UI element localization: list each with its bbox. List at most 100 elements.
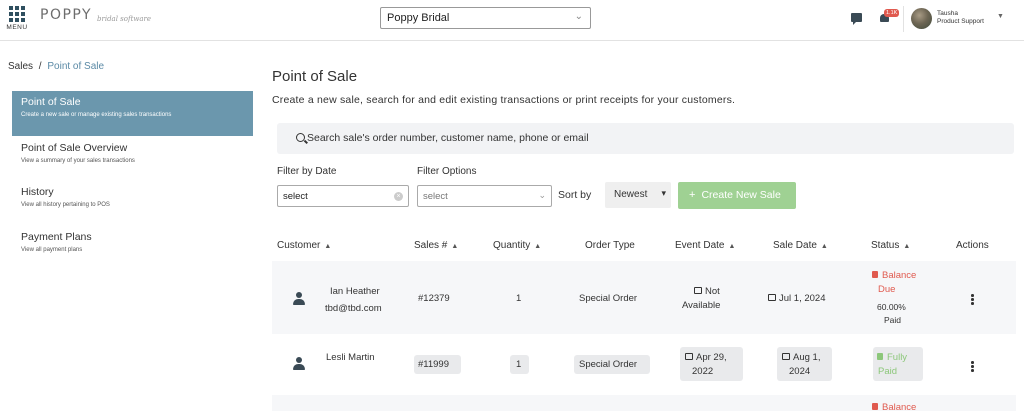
filter-options-value: select	[423, 191, 448, 202]
order-type: Special Order	[579, 359, 638, 370]
column-header-order-type: Order Type	[585, 240, 635, 251]
status-badge: Balance	[872, 270, 916, 281]
column-header-sale-date[interactable]: Sale Date ▲	[773, 240, 828, 251]
event-date-line1: Apr 29,	[696, 352, 727, 363]
sidebar-item-point-of-sale[interactable]: Point of Sale Create a new sale or manag…	[12, 91, 253, 136]
page-description: Create a new sale, search for and edit e…	[272, 94, 736, 106]
customer-name[interactable]: Lesli Martin	[326, 352, 375, 363]
column-header-status[interactable]: Status ▲	[871, 240, 910, 251]
fully-paid-icon	[877, 353, 883, 360]
store-select[interactable]: Poppy Bridal ⌄	[380, 7, 591, 29]
menu-grid-icon	[9, 6, 25, 22]
sort-label: Sort by	[558, 189, 592, 201]
breadcrumb: Sales / Point of Sale	[8, 61, 104, 72]
status-badge: Balance	[872, 402, 916, 411]
sale-date-line2: 2024	[789, 366, 811, 377]
event-date-line2: 2022	[692, 366, 714, 377]
sidebar-item-desc: Create a new sale or manage existing sal…	[21, 112, 172, 118]
chevron-down-icon[interactable]: ▼	[997, 13, 1004, 20]
sidebar-item-title: Point of Sale	[21, 96, 81, 108]
calendar-icon	[782, 353, 790, 360]
filter-date-value: select	[283, 191, 308, 202]
breadcrumb-separator: /	[38, 61, 42, 72]
column-header-label: Customer	[277, 240, 321, 251]
clear-icon[interactable]: ×	[394, 192, 403, 201]
row-actions-icon[interactable]	[971, 361, 974, 373]
sort-select[interactable]: Newest ▾	[605, 182, 671, 208]
sale-date: Aug 1,	[782, 352, 820, 363]
filter-options-label: Filter Options	[417, 166, 477, 177]
status-line1: Balance	[882, 270, 917, 281]
status-line1: Fully	[887, 352, 908, 363]
create-new-sale-button[interactable]: + Create New Sale	[678, 182, 796, 209]
logo: POPPY	[40, 7, 93, 23]
column-header-sales-no[interactable]: Sales # ▲	[414, 240, 458, 251]
sort-icon: ▲	[820, 243, 828, 250]
chevron-down-icon: ▾	[661, 188, 666, 198]
event-date-line2: Available	[682, 300, 721, 311]
search-icon	[296, 133, 305, 142]
sidebar-item-pos-overview[interactable]: Point of Sale Overview View a summary of…	[12, 137, 253, 169]
breadcrumb-current[interactable]: Point of Sale	[47, 61, 104, 72]
event-date: Apr 29,	[685, 352, 727, 363]
sort-icon: ▲	[903, 243, 911, 250]
column-header-customer[interactable]: Customer ▲︎	[277, 240, 331, 251]
customer-email: tbd@tbd.com	[325, 303, 382, 314]
search-input[interactable]: Search sale's order number, customer nam…	[277, 123, 1014, 154]
sidebar-item-title: Point of Sale Overview	[21, 142, 128, 154]
column-header-event-date[interactable]: Event Date ▲	[675, 240, 735, 251]
create-new-sale-label: Create New Sale	[701, 189, 781, 201]
column-header-label: Status	[871, 240, 900, 251]
column-header-label: Sales #	[414, 240, 448, 251]
logo-subtitle: bridal software	[97, 15, 152, 23]
status-line1: Balance	[882, 402, 917, 411]
sort-icon: ▲	[451, 243, 459, 250]
notification-badge: 1.1K	[884, 9, 900, 17]
status-line2: Due	[878, 284, 896, 295]
user-role: Product Support	[937, 18, 984, 25]
menu-button[interactable]: MENU	[6, 6, 28, 31]
sidebar-item-payment-plans[interactable]: Payment Plans View all payment plans	[12, 226, 253, 258]
event-date-line1: Not	[705, 286, 720, 297]
chat-icon[interactable]	[851, 13, 862, 25]
avatar[interactable]	[911, 8, 932, 29]
customer-name[interactable]: Ian Heather	[330, 286, 380, 297]
filter-options-select[interactable]: select ⌄	[417, 185, 552, 207]
sales-number[interactable]: #11999	[418, 359, 449, 370]
sidebar-item-desc: View a summary of your sales transaction…	[21, 158, 135, 164]
calendar-icon	[685, 353, 693, 360]
column-header-label: Quantity	[493, 240, 531, 251]
breadcrumb-root[interactable]: Sales	[8, 61, 33, 72]
status-line2: Paid	[878, 366, 898, 377]
filter-date-field[interactable]: select ×	[277, 185, 409, 207]
filter-date-label: Filter by Date	[277, 166, 337, 177]
row-actions-icon[interactable]	[971, 294, 974, 306]
chevron-down-icon: ⌄	[538, 190, 546, 200]
event-date: Not	[694, 286, 720, 297]
calendar-icon	[768, 294, 776, 301]
top-bar: MENU POPPY bridal software Poppy Bridal …	[0, 0, 1024, 41]
column-header-quantity[interactable]: Quantity ▲	[493, 240, 541, 251]
quantity: 1	[516, 293, 522, 304]
sidebar-item-desc: View all payment plans	[21, 247, 83, 253]
sort-icon: ▲	[534, 243, 542, 250]
column-header-label: Actions	[956, 240, 989, 251]
calendar-icon	[694, 287, 702, 294]
status-badge: Fully	[877, 352, 907, 363]
column-header-label: Sale Date	[773, 240, 817, 251]
sidebar-item-history[interactable]: History View all history pertaining to P…	[12, 181, 253, 213]
sort-icon: ▲	[728, 243, 736, 250]
sidebar-item-title: History	[21, 186, 54, 198]
user-icon	[293, 357, 305, 371]
balance-due-icon	[872, 403, 878, 410]
page-title: Point of Sale	[272, 68, 358, 85]
sidebar-item-desc: View all history pertaining to POS	[21, 202, 110, 208]
status-paid-label: Paid	[884, 315, 902, 325]
column-header-label: Event Date	[675, 240, 725, 251]
user-icon	[293, 292, 305, 306]
sales-number[interactable]: #12379	[418, 293, 450, 304]
sidebar-item-title: Payment Plans	[21, 231, 92, 243]
column-header-label: Order Type	[585, 240, 635, 251]
user-name: Tausha	[937, 10, 958, 17]
quantity: 1	[516, 359, 522, 370]
